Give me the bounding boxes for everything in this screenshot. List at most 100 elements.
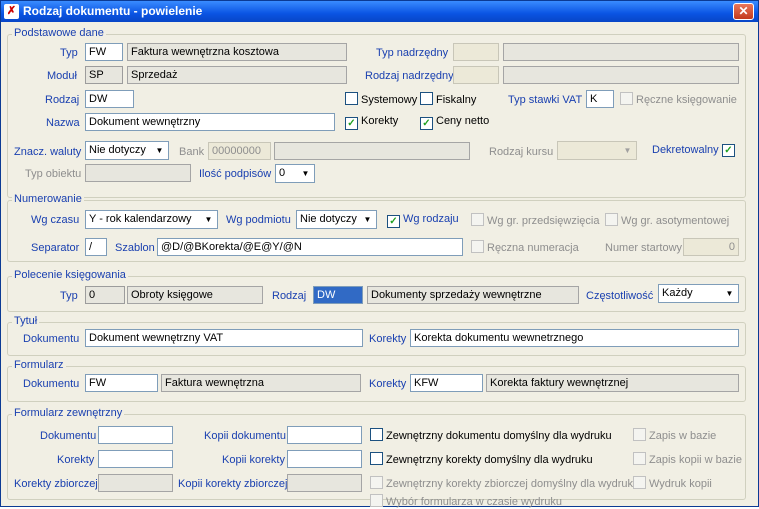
nazwa-input[interactable]: Dokument wewnętrzny xyxy=(85,113,335,131)
formularz-korekty-code-input[interactable]: KFW xyxy=(410,374,483,392)
tytul-dokumentu-input[interactable]: Dokument wewnętrzny VAT xyxy=(85,329,363,347)
checkbox-label: Wg gr. asotymentowej xyxy=(621,215,730,227)
modul-code-field: SP xyxy=(85,66,123,84)
checkbox-label: Fiskalny xyxy=(436,94,477,106)
formularz-dokumentu-name-field: Faktura wewnętrzna xyxy=(161,374,361,392)
zew-kopii-dokumentu-input[interactable] xyxy=(287,426,362,444)
polecenie-typ-label: Typ xyxy=(60,290,78,302)
zew-korekty-zbiorczej-label: Korekty zbiorczej xyxy=(14,478,98,490)
wg-gr-asortymentowej-checkbox[interactable]: Wg gr. asotymentowej xyxy=(605,213,729,228)
zapis-kopii-w-bazie-checkbox[interactable]: Zapis kopii w bazie xyxy=(633,452,742,467)
zew-kopii-dokumentu-label: Kopii dokumentu xyxy=(204,430,286,442)
typ-nadrzedny-label: Typ nadrzędny xyxy=(376,47,449,59)
chevron-down-icon[interactable]: ▼ xyxy=(722,286,737,301)
ceny-netto-checkbox[interactable]: ✓ Ceny netto xyxy=(420,115,489,130)
polecenie-rodzaj-label: Rodzaj xyxy=(272,290,307,302)
tytul-korekty-input[interactable]: Korekta dokumentu wewnetrznego xyxy=(410,329,739,347)
rodzaj-kursu-select[interactable]: ▼ xyxy=(557,141,637,160)
formularz-korekty-name-field: Korekta faktury wewnętrznej xyxy=(486,374,739,392)
close-button[interactable]: ✕ xyxy=(733,3,754,20)
ilosc-podpisow-select[interactable]: 0 ▼ xyxy=(275,164,315,183)
polecenie-rodzaj-code-input[interactable]: DW xyxy=(313,286,363,304)
bank-name-field xyxy=(274,142,470,160)
reczne-ksiegowanie-checkbox[interactable]: Ręczne księgowanie xyxy=(620,92,737,107)
typ-nadrzedny-code-input[interactable] xyxy=(453,43,499,61)
rodzaj-nadrzedny-code-input[interactable] xyxy=(453,66,499,84)
rodzaj-nadrzedny-name-field xyxy=(503,66,739,84)
polecenie-typ-name-field: Obroty księgowe xyxy=(127,286,263,304)
checkbox-box xyxy=(605,213,618,226)
reczna-numeracja-checkbox[interactable]: Ręczna numeracja xyxy=(471,240,579,255)
zew-korekty-domyslny-checkbox[interactable]: Zewnętrzny korekty domyślny dla wydruku xyxy=(370,452,593,467)
dekretowalny-checkbox[interactable]: ✓ xyxy=(722,142,738,157)
app-icon: ✗ xyxy=(4,4,19,19)
zew-korekty-label: Korekty xyxy=(57,454,95,466)
select-value: Każdy xyxy=(662,287,693,299)
wg-rodzaju-checkbox[interactable]: ✓ Wg rodzaju xyxy=(387,213,459,228)
zew-kopii-korekty-zbiorczej-field xyxy=(287,474,362,492)
checkbox-label: Wybór formularza w czasie wydruku xyxy=(386,496,562,508)
checkbox-box xyxy=(370,494,383,507)
check-icon: ✓ xyxy=(387,215,400,228)
chevron-down-icon[interactable]: ▼ xyxy=(298,166,313,181)
dekretowalny-label: Dekretowalny xyxy=(652,144,719,156)
check-icon: ✓ xyxy=(345,117,358,130)
chevron-down-icon[interactable]: ▼ xyxy=(201,212,216,227)
czestotliwosc-select[interactable]: Każdy ▼ xyxy=(658,284,739,303)
nazwa-label: Nazwa xyxy=(46,117,80,129)
checkbox-box xyxy=(370,476,383,489)
zapis-w-bazie-checkbox[interactable]: Zapis w bazie xyxy=(633,428,716,443)
zew-kopii-korekty-input[interactable] xyxy=(287,450,362,468)
chevron-down-icon[interactable]: ▼ xyxy=(152,143,167,158)
check-icon: ✓ xyxy=(722,144,735,157)
tytul-dokumentu-label: Dokumentu xyxy=(23,333,80,345)
zew-dokument-domyslny-checkbox[interactable]: Zewnętrzny dokumentu domyślny dla wydruk… xyxy=(370,428,612,443)
ilosc-podpisow-label: Ilość podpisów xyxy=(199,168,272,180)
separator-input[interactable]: / xyxy=(85,238,107,256)
separator-label: Separator xyxy=(31,242,80,254)
select-value: 0 xyxy=(279,167,286,179)
checkbox-label: Ręczne księgowanie xyxy=(636,94,737,106)
checkbox-label: Zapis w bazie xyxy=(649,430,717,442)
rodzaj-label: Rodzaj xyxy=(45,94,80,106)
chevron-down-icon[interactable]: ▼ xyxy=(360,212,375,227)
bank-code-input[interactable]: 00000000 xyxy=(208,142,271,160)
zew-dokumentu-input[interactable] xyxy=(98,426,173,444)
title-bar: ✗ Rodzaj dokumentu - powielenie ✕ xyxy=(1,1,758,22)
polecenie-rodzaj-name-field: Dokumenty sprzedaży wewnętrzne xyxy=(367,286,579,304)
rodzaj-input[interactable]: DW xyxy=(85,90,134,108)
modul-name-field: Sprzedaż xyxy=(127,66,347,84)
rodzaj-nadrzedny-label: Rodzaj nadrzędny xyxy=(365,70,454,82)
dialog-client: Podstawowe dane Typ FW Faktura wewnętrzn… xyxy=(1,22,758,508)
wg-gr-przedsiewziecia-checkbox[interactable]: Wg gr. przedsięwzięcia xyxy=(471,213,600,228)
zew-korekty-input[interactable] xyxy=(98,450,173,468)
fiskalny-checkbox[interactable]: Fiskalny xyxy=(420,92,476,107)
checkbox-box xyxy=(370,452,383,465)
znacz-waluty-select[interactable]: Nie dotyczy ▼ xyxy=(85,141,169,160)
checkbox-label: Korekty xyxy=(361,115,399,127)
typ-name-field: Faktura wewnętrzna kosztowa xyxy=(127,43,347,61)
systemowy-checkbox[interactable]: Systemowy xyxy=(345,92,417,107)
group-title: Formularz zewnętrzny xyxy=(12,407,125,419)
select-value: Y - rok kalendarzowy xyxy=(89,213,192,225)
korekty-checkbox[interactable]: ✓ Korekty xyxy=(345,115,398,130)
wg-czasu-select[interactable]: Y - rok kalendarzowy ▼ xyxy=(85,210,218,229)
szablon-input[interactable]: @D/@BKorekta/@E@Y/@N xyxy=(157,238,463,256)
wg-podmiotu-select[interactable]: Nie dotyczy ▼ xyxy=(296,210,377,229)
zew-korekty-zbiorczej-domyslny-checkbox[interactable]: Zewnętrzny korekty zbiorczej domyślny dl… xyxy=(370,476,639,491)
typ-stawki-vat-input[interactable]: K xyxy=(586,90,614,108)
chevron-down-icon[interactable]: ▼ xyxy=(620,143,635,158)
szablon-label: Szablon xyxy=(115,242,155,254)
numer-startowy-input[interactable]: 0 xyxy=(683,238,739,256)
checkbox-label: Wydruk kopii xyxy=(649,478,712,490)
wydruk-kopii-checkbox[interactable]: Wydruk kopii xyxy=(633,476,712,491)
check-icon: ✓ xyxy=(420,117,433,130)
window-title: Rodzaj dokumentu - powielenie xyxy=(23,4,203,18)
typ-code-input[interactable]: FW xyxy=(85,43,123,61)
checkbox-label: Wg rodzaju xyxy=(403,213,459,225)
formularz-dokumentu-code-input[interactable]: FW xyxy=(85,374,158,392)
group-title: Polecenie księgowania xyxy=(12,269,128,281)
typ-nadrzedny-name-field xyxy=(503,43,739,61)
checkbox-label: Ceny netto xyxy=(436,115,490,127)
checkbox-box xyxy=(633,476,646,489)
